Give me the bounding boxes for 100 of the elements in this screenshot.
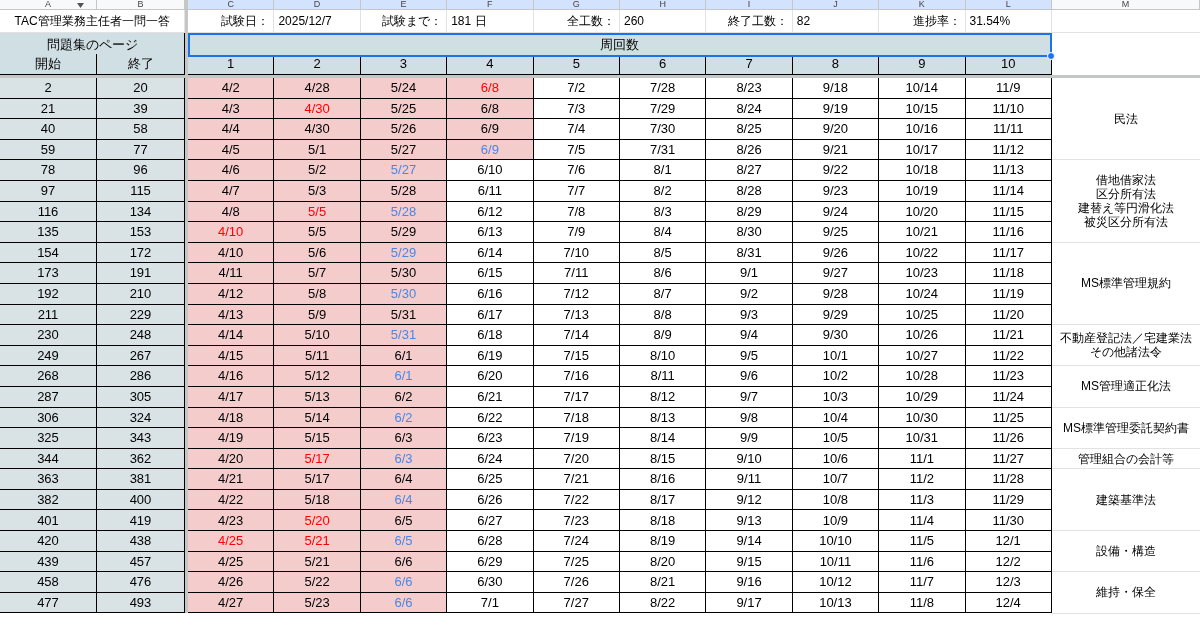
- column-header[interactable]: D: [274, 0, 361, 9]
- table-cell: 9/27: [792, 263, 880, 284]
- column-header[interactable]: I: [706, 0, 793, 9]
- table-cell: 9/13: [706, 510, 793, 532]
- table-header: 問題集のページ: [0, 33, 185, 57]
- table-cell: 229: [97, 304, 185, 326]
- table-cell: 7/28: [619, 78, 707, 99]
- table-cell: 11/5: [879, 531, 966, 552]
- table-cell: 6/8: [447, 98, 534, 120]
- column-header[interactable]: E: [360, 0, 448, 9]
- table-cell: 11/16: [965, 222, 1052, 243]
- table-cell: 7/21: [533, 469, 620, 490]
- table-cell: 6/13: [447, 222, 534, 243]
- table-cell: 9/4: [706, 325, 793, 346]
- table-cell: 10/14: [879, 78, 966, 99]
- table-cell: 381: [97, 469, 185, 490]
- table-cell: 7/30: [619, 119, 707, 140]
- table-cell: 12/1: [965, 531, 1052, 552]
- table-cell: 476: [97, 572, 185, 593]
- table-header[interactable]: 周回数: [188, 33, 1052, 57]
- table-cell: 6/5: [360, 510, 448, 532]
- table-cell: 8/11: [619, 366, 707, 387]
- table-cell: 78: [0, 160, 97, 181]
- table-cell: 11/3: [879, 489, 966, 511]
- table-cell: 116: [0, 201, 97, 223]
- table-cell: 11/11: [965, 119, 1052, 140]
- table-cell: 400: [97, 489, 185, 511]
- table-cell: 5/2: [274, 160, 361, 181]
- table-cell: 10/12: [792, 572, 880, 593]
- column-header[interactable]: C: [188, 0, 275, 9]
- table-cell: 4/11: [188, 263, 275, 284]
- table-cell: 6/20: [447, 366, 534, 387]
- table-cell: 134: [97, 201, 185, 223]
- table-cell: 10/23: [879, 263, 966, 284]
- table-cell: 11/18: [965, 263, 1052, 284]
- table-cell: 363: [0, 469, 97, 490]
- table-cell: 5/30: [360, 263, 448, 284]
- table-cell: 458: [0, 572, 97, 593]
- table-cell: 6/23: [447, 428, 534, 449]
- table-cell: 9/3: [706, 304, 793, 326]
- table-cell: 9/30: [792, 325, 880, 346]
- table-cell: 4/20: [188, 448, 275, 470]
- column-header[interactable]: L: [965, 0, 1052, 9]
- table-cell: 6/22: [447, 407, 534, 429]
- table-cell: 248: [97, 325, 185, 346]
- table-cell: 6/8: [447, 78, 534, 99]
- table-cell: 4/17: [188, 386, 275, 408]
- table-cell: 8/31: [706, 242, 793, 264]
- table-cell: 11/8: [879, 592, 966, 614]
- column-header[interactable]: H: [619, 0, 707, 9]
- table-cell: 9/17: [706, 592, 793, 614]
- column-header[interactable]: G: [533, 0, 620, 9]
- table-cell: 8/9: [619, 325, 707, 346]
- table-cell: 9/11: [706, 469, 793, 490]
- table-cell: 192: [0, 283, 97, 305]
- table-cell: 20: [97, 78, 185, 99]
- table-cell: 10/26: [879, 325, 966, 346]
- table-cell: 11/23: [965, 366, 1052, 387]
- table-cell: 172: [97, 242, 185, 264]
- table-cell: 5/17: [274, 448, 361, 470]
- table-cell: 9/8: [706, 407, 793, 429]
- table-cell: 11/4: [879, 510, 966, 532]
- table-cell: 11/6: [879, 551, 966, 573]
- table-cell: 9/15: [706, 551, 793, 573]
- table-cell: 9/14: [706, 531, 793, 552]
- column-header[interactable]: K: [879, 0, 966, 9]
- table-cell: 6/28: [447, 531, 534, 552]
- table-cell: 5/24: [360, 78, 448, 99]
- table-cell: 77: [97, 139, 185, 161]
- table-cell: 9/1: [706, 263, 793, 284]
- table-cell: 6/12: [447, 201, 534, 223]
- table-cell: 8/29: [706, 201, 793, 223]
- table-cell: 5/26: [360, 119, 448, 140]
- table-cell: 8/1: [619, 160, 707, 181]
- table-cell: 4/25: [188, 531, 275, 552]
- table-cell: 6/9: [447, 139, 534, 161]
- table-cell: 8/26: [706, 139, 793, 161]
- table-cell: 5/31: [360, 325, 448, 346]
- table-cell: 173: [0, 263, 97, 284]
- table-cell: 4/27: [188, 592, 275, 614]
- table-cell: 12/3: [965, 572, 1052, 593]
- table-cell: 6/25: [447, 469, 534, 490]
- table-cell: 6/14: [447, 242, 534, 264]
- table-cell: 59: [0, 139, 97, 161]
- table-cell: 191: [97, 263, 185, 284]
- table-cell: 7/23: [533, 510, 620, 532]
- table-cell: 39: [97, 98, 185, 120]
- table-cell: 11/7: [879, 572, 966, 593]
- column-header[interactable]: F: [447, 0, 534, 9]
- table-cell: 135: [0, 222, 97, 243]
- table-cell: 4/23: [188, 510, 275, 532]
- table-cell: 4/25: [188, 551, 275, 573]
- table-cell: 6/24: [447, 448, 534, 470]
- table-cell: 10/22: [879, 242, 966, 264]
- table-cell: 10/19: [879, 180, 966, 202]
- table-cell: 286: [97, 366, 185, 387]
- table-cell: 382: [0, 489, 97, 511]
- column-header[interactable]: J: [792, 0, 880, 9]
- dropdown-caret-icon[interactable]: [77, 3, 84, 8]
- category-label: MS管理適正化法: [1081, 379, 1171, 394]
